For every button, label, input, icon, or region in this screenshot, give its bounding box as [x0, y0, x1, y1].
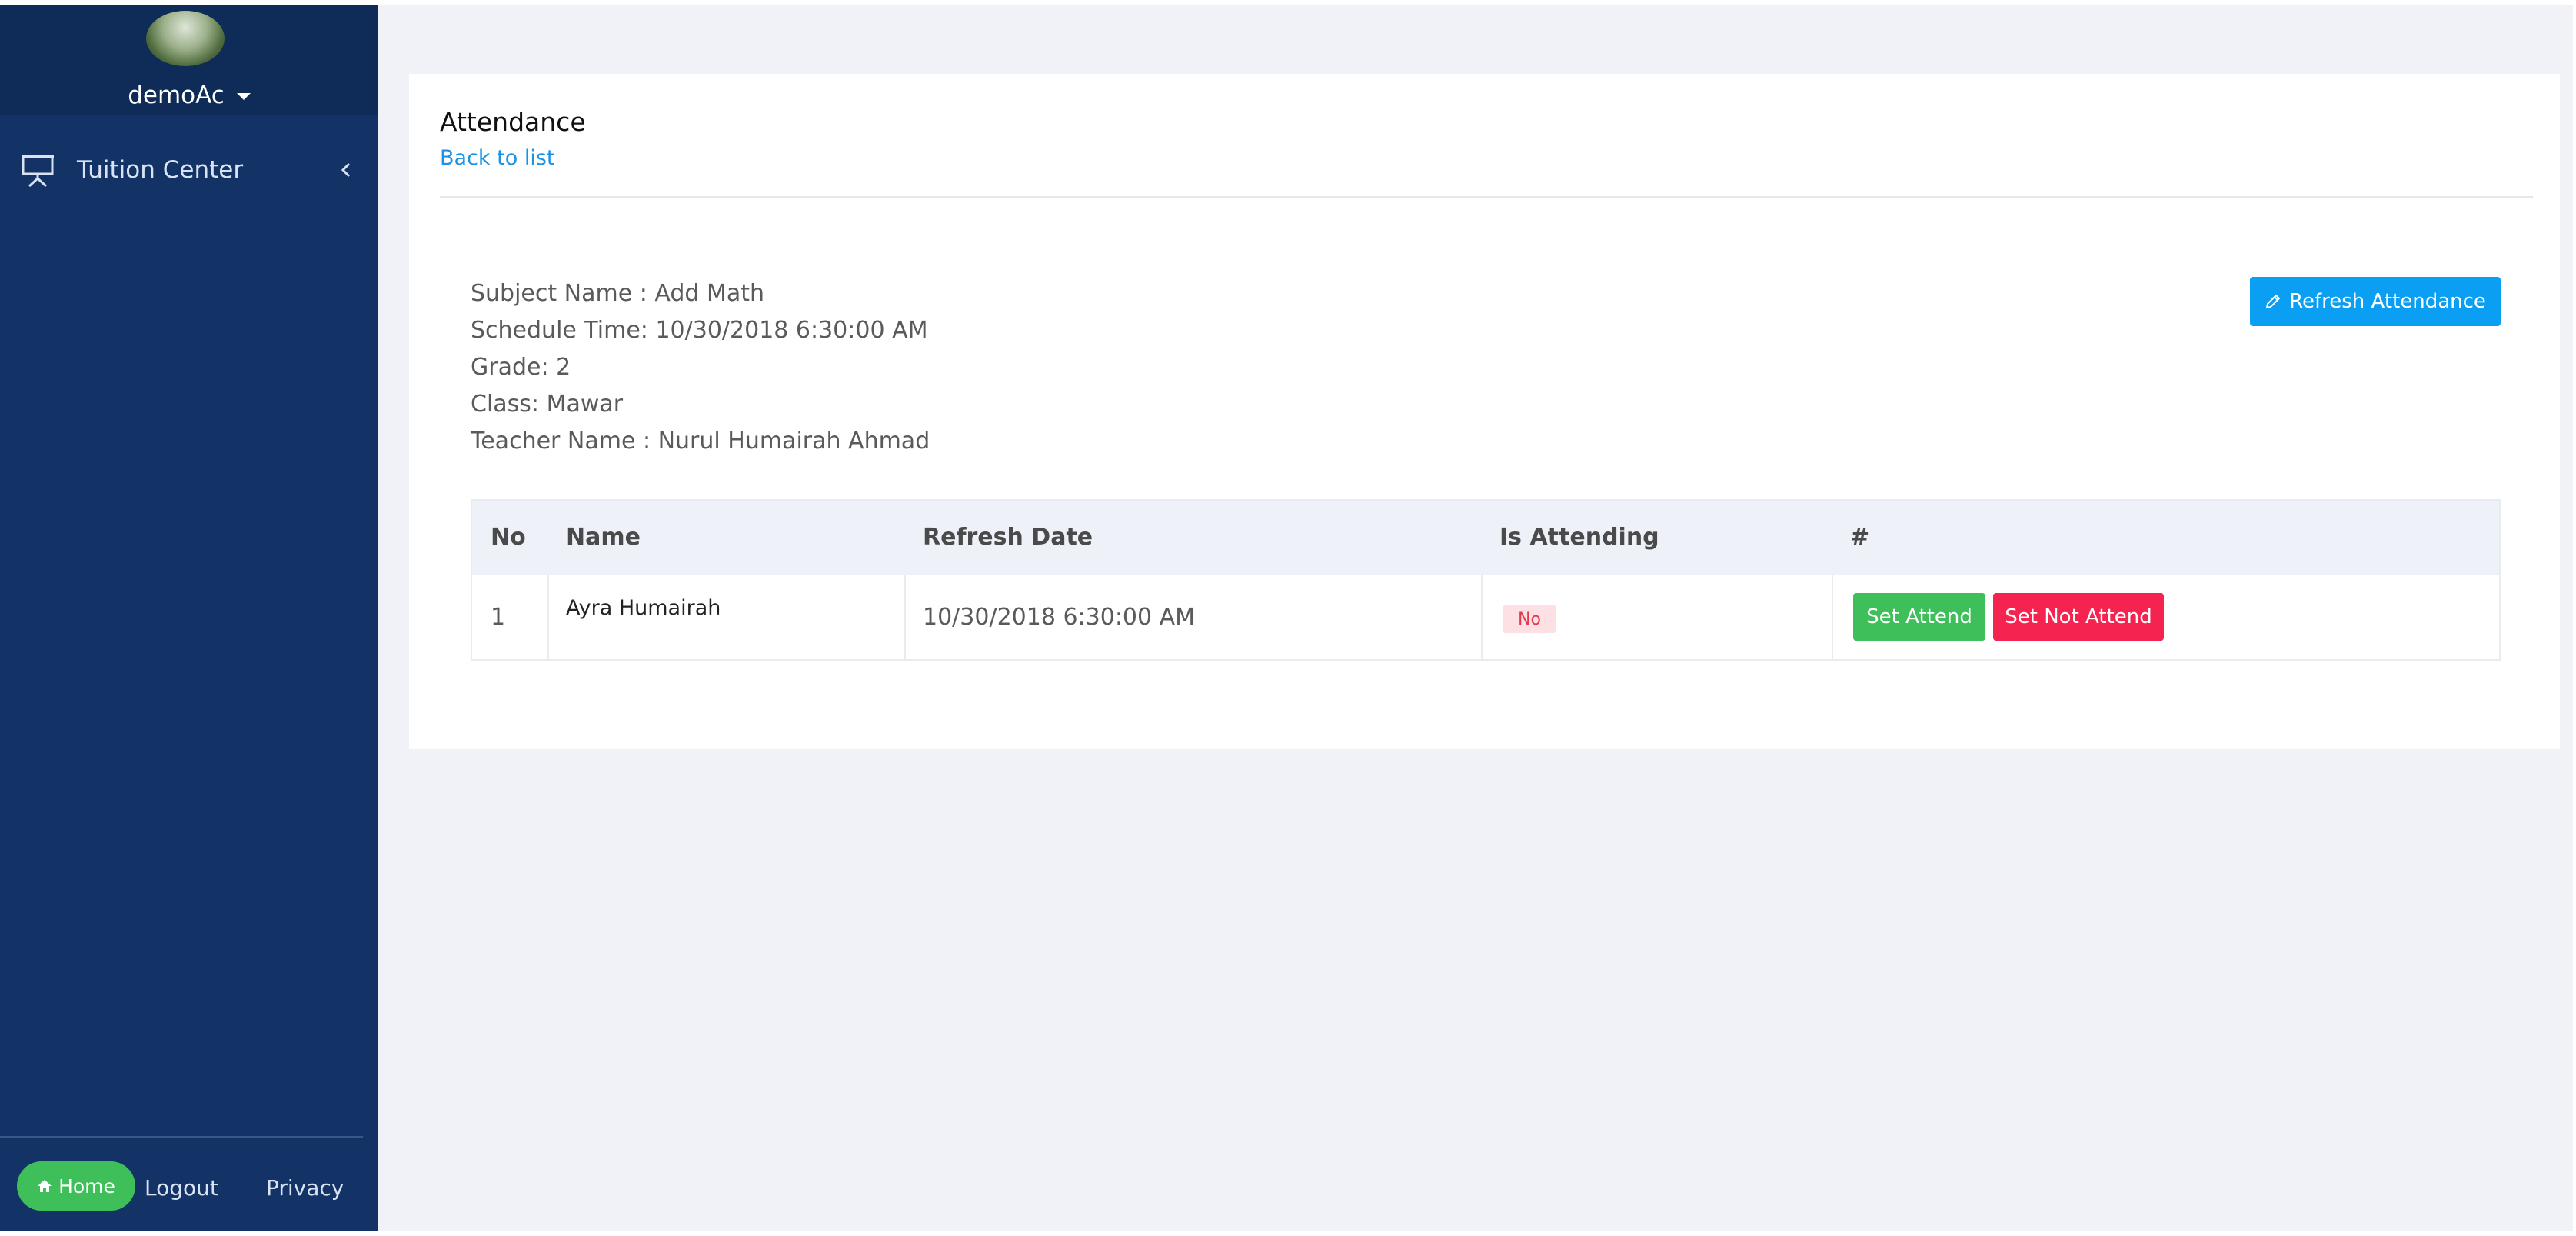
attendance-card: Attendance Back to list Subject Name : A…	[409, 74, 2560, 749]
grade: Grade: 2	[471, 354, 571, 381]
column-header-refresh-date: Refresh Date	[923, 524, 1093, 551]
caret-down-icon	[236, 93, 251, 100]
teacher-name: Teacher Name : Nurul Humairah Ahmad	[471, 428, 930, 455]
home-icon	[38, 1180, 52, 1192]
subject-name: Subject Name : Add Math	[471, 280, 765, 307]
user-menu-toggle[interactable]: demoAc	[0, 82, 378, 109]
username-label: demoAc	[128, 82, 225, 109]
presentation-board-icon	[22, 155, 54, 188]
refresh-attendance-label: Refresh Attendance	[2289, 290, 2486, 313]
back-to-list-link[interactable]: Back to list	[440, 146, 554, 170]
refresh-attendance-button[interactable]: Refresh Attendance	[2250, 277, 2501, 326]
sidebar: demoAc Tuition Center Home Logout Privac…	[0, 5, 378, 1231]
column-header-no: No	[491, 524, 526, 551]
home-label: Home	[58, 1174, 115, 1198]
right-border	[2573, 0, 2576, 1236]
chevron-left-icon	[341, 162, 351, 178]
column-header-name: Name	[566, 524, 641, 551]
pencil-icon	[2265, 294, 2281, 309]
set-not-attend-button[interactable]: Set Not Attend	[1993, 593, 2164, 641]
row-number: 1	[491, 604, 506, 631]
table-header: No Name Refresh Date Is Attending #	[472, 501, 2499, 575]
bottom-border	[0, 1231, 2576, 1236]
sidebar-item-label: Tuition Center	[77, 156, 244, 184]
privacy-link[interactable]: Privacy	[266, 1175, 344, 1201]
profile-panel: demoAc	[0, 5, 378, 115]
refresh-date: 10/30/2018 6:30:00 AM	[923, 604, 1196, 631]
schedule-time: Schedule Time: 10/30/2018 6:30:00 AM	[471, 317, 928, 344]
column-header-is-attending: Is Attending	[1499, 524, 1659, 551]
attending-status-badge: No	[1503, 605, 1556, 633]
sidebar-item-tuition-center[interactable]: Tuition Center	[0, 143, 378, 197]
column-header-actions: #	[1850, 524, 1870, 551]
sidebar-footer-divider	[0, 1136, 363, 1138]
set-attend-button[interactable]: Set Attend	[1853, 593, 1985, 641]
header-divider	[440, 196, 2533, 198]
attendance-table: No Name Refresh Date Is Attending # 1 Ay…	[471, 499, 2501, 661]
table-row: 1 Ayra Humairah 10/30/2018 6:30:00 AM No…	[472, 575, 2499, 661]
home-button[interactable]: Home	[17, 1161, 135, 1211]
avatar[interactable]	[146, 11, 225, 66]
class-name: Class: Mawar	[471, 391, 624, 418]
page-title: Attendance	[440, 107, 586, 137]
top-border	[0, 0, 2576, 5]
student-name: Ayra Humairah	[566, 596, 721, 620]
logout-link[interactable]: Logout	[145, 1175, 218, 1201]
